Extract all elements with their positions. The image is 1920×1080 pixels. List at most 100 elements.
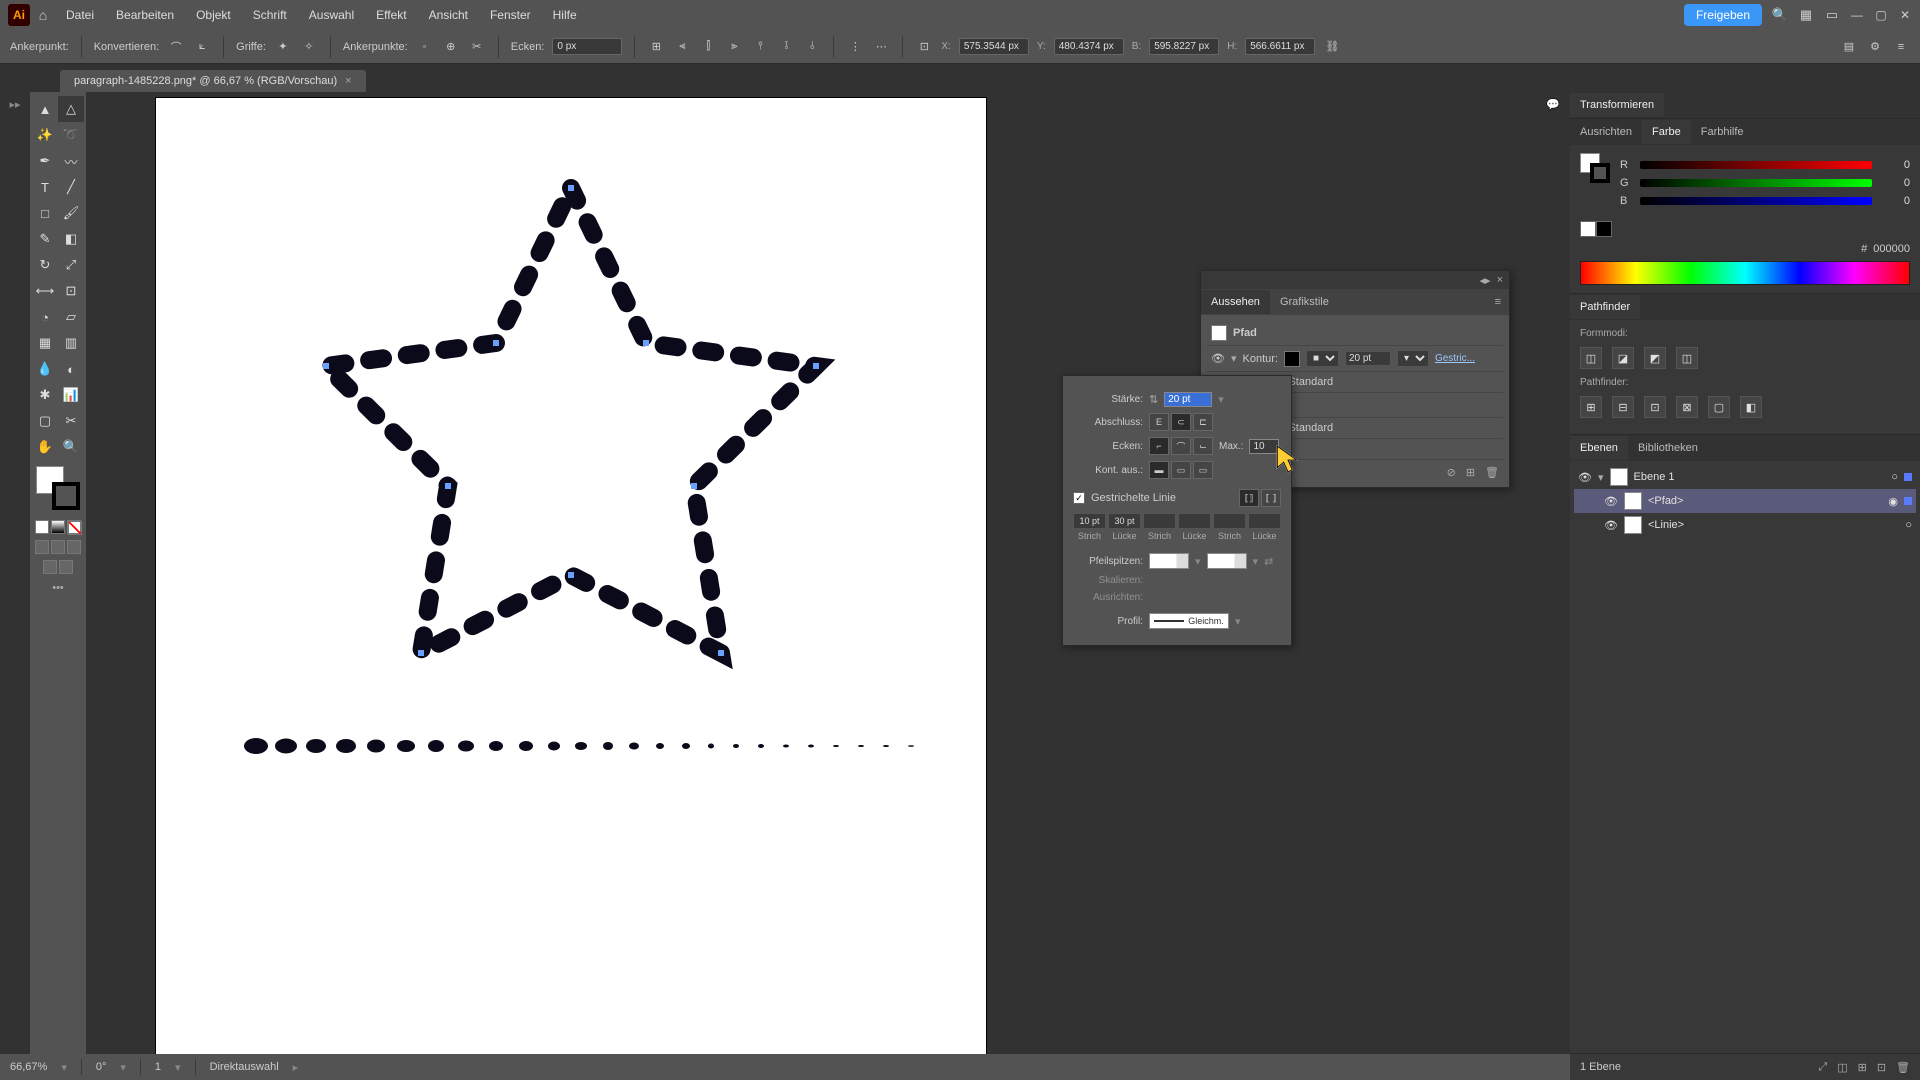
b-value[interactable]: 0	[1880, 195, 1910, 207]
type-tool[interactable]: T	[32, 174, 58, 200]
hex-value[interactable]: 000000	[1873, 243, 1910, 255]
make-clip-icon[interactable]: ◫	[1837, 1061, 1847, 1074]
float-header[interactable]: ◂▸ ×	[1201, 271, 1509, 289]
delete-layer-icon[interactable]: 🗑	[1896, 1061, 1910, 1074]
unite-icon[interactable]: ◫	[1580, 347, 1602, 369]
limit-input[interactable]	[1249, 439, 1279, 454]
stroke-swatch[interactable]	[52, 482, 80, 510]
collapse-icon[interactable]: ◂▸	[1480, 274, 1491, 287]
blend-tool[interactable]: ◐	[58, 356, 84, 382]
align-group-icon[interactable]: ⊞	[647, 38, 665, 56]
curvature-tool[interactable]: 〰	[58, 148, 84, 174]
shape-builder-tool[interactable]: ◔	[32, 304, 58, 330]
panel-menu-icon[interactable]: ≡	[1495, 296, 1509, 308]
pathfinder-tab[interactable]: Pathfinder	[1570, 295, 1640, 319]
selection-tool[interactable]: ▲	[32, 96, 58, 122]
minimize-icon[interactable]: —	[1850, 8, 1864, 22]
eyedropper-tool[interactable]: 💧	[32, 356, 58, 382]
layer-row-ebene1[interactable]: 👁 ▾ Ebene 1 ○	[1574, 465, 1916, 489]
dashed-checkbox[interactable]	[1073, 492, 1085, 504]
layers-tab[interactable]: Ebenen	[1570, 436, 1628, 460]
corner-round-icon[interactable]: ⌒	[1171, 437, 1191, 455]
crop-icon[interactable]: ⊠	[1676, 396, 1698, 418]
gap-3-input[interactable]	[1248, 513, 1281, 529]
cap-round-icon[interactable]: ⊂	[1171, 413, 1191, 431]
free-transform-tool[interactable]: ⊡	[58, 278, 84, 304]
swap-arrows-icon[interactable]: ⇄	[1264, 555, 1273, 568]
dash-preserve-icon[interactable]: ⟦⟧	[1239, 489, 1259, 507]
rectangle-tool[interactable]: □	[32, 200, 58, 226]
stroke-float-panel[interactable]: Stärke: ⇅ ▾ Abschluss: E ⊂ ⊏ Ecken: ⌐ ⌒ …	[1062, 375, 1292, 646]
outline-icon[interactable]: ▢	[1708, 396, 1730, 418]
rotate-tool[interactable]: ↻	[32, 252, 58, 278]
anchor-connect-icon[interactable]: ⊕	[442, 38, 460, 56]
visibility-icon[interactable]: 👁	[1578, 471, 1592, 484]
visibility-icon[interactable]: 👁	[1211, 352, 1225, 365]
cap-projecting-icon[interactable]: ⊏	[1193, 413, 1213, 431]
chevron-down-icon[interactable]: ▾	[1253, 555, 1259, 568]
dash-3-input[interactable]	[1213, 513, 1246, 529]
locate-icon[interactable]: ⤢	[1818, 1061, 1827, 1074]
color-mode-swatches[interactable]	[32, 520, 84, 534]
dist-v-icon[interactable]: ⋯	[872, 38, 890, 56]
stroke-dashed-link[interactable]: Gestric...	[1435, 353, 1475, 364]
r-value[interactable]: 0	[1880, 159, 1910, 171]
stroke-color-select[interactable]: ■	[1306, 350, 1339, 367]
cap-buttons[interactable]: E ⊂ ⊏	[1149, 413, 1213, 431]
menu-datei[interactable]: Datei	[56, 2, 104, 28]
corner-buttons[interactable]: ⌐ ⌒ ⌙	[1149, 437, 1213, 455]
minus-back-icon[interactable]: ◧	[1740, 396, 1762, 418]
arrange-icon[interactable]: ▦	[1798, 7, 1814, 23]
menu-effekt[interactable]: Effekt	[366, 2, 416, 28]
handle-show-icon[interactable]: ✦	[274, 38, 292, 56]
dist-h-icon[interactable]: ⋮	[846, 38, 864, 56]
dash-1-input[interactable]	[1073, 513, 1106, 529]
align-center-icon[interactable]: ▬	[1149, 461, 1169, 479]
close-window-icon[interactable]: ✕	[1898, 8, 1912, 22]
layer-row-pfad[interactable]: 👁 <Pfad> ◉	[1574, 489, 1916, 513]
align-right-icon[interactable]: ⫸	[725, 38, 743, 56]
chevron-down-icon[interactable]: ▾	[1231, 352, 1237, 365]
color-guide-tab[interactable]: Farbhilfe	[1691, 120, 1754, 144]
symbol-sprayer-tool[interactable]: ✱	[32, 382, 58, 408]
magic-wand-tool[interactable]: ✨	[32, 122, 58, 148]
artboard-tool[interactable]: ▢	[32, 408, 58, 434]
line-tool[interactable]: ╱	[58, 174, 84, 200]
chevron-right-icon[interactable]: ▸	[293, 1061, 299, 1074]
width-tool[interactable]: ⟷	[32, 278, 58, 304]
target-icon[interactable]: ○	[1891, 471, 1898, 483]
white-swatch[interactable]	[1580, 221, 1596, 237]
new-layer-icon[interactable]: ⊡	[1877, 1061, 1886, 1074]
shaper-tool[interactable]: ✎	[32, 226, 58, 252]
opacity-value[interactable]: Standard	[1288, 376, 1333, 388]
chevron-down-icon[interactable]: ▾	[1598, 471, 1604, 484]
brush-tool[interactable]: 🖌	[58, 200, 84, 226]
stroke-color-swatch[interactable]	[1284, 351, 1300, 367]
layer-name[interactable]: <Linie>	[1648, 519, 1899, 531]
align-vcenter-icon[interactable]: ⫱	[777, 38, 795, 56]
scale-tool[interactable]: ⤢	[58, 252, 84, 278]
corner-bevel-icon[interactable]: ⌙	[1193, 437, 1213, 455]
lasso-tool[interactable]: ➰	[58, 122, 84, 148]
document-tab[interactable]: paragraph-1485228.png* @ 66,67 % (RGB/Vo…	[60, 70, 366, 92]
align-inside-icon[interactable]: ▭	[1171, 461, 1191, 479]
artboard-nav[interactable]: 1	[155, 1061, 161, 1073]
intersect-icon[interactable]: ◩	[1644, 347, 1666, 369]
tapered-line[interactable]	[244, 738, 914, 754]
link-wh-icon[interactable]: ⛓	[1323, 38, 1341, 56]
align-bottom-icon[interactable]: ⫰	[803, 38, 821, 56]
menu-schrift[interactable]: Schrift	[243, 2, 297, 28]
anchor-remove-icon[interactable]: ◦	[416, 38, 434, 56]
zoom-value[interactable]: 66,67%	[10, 1061, 47, 1073]
trim-icon[interactable]: ⊟	[1612, 396, 1634, 418]
workspace-icon[interactable]: ▭	[1824, 7, 1840, 23]
black-swatch[interactable]	[1596, 221, 1612, 237]
appearance-stroke-row[interactable]: 👁 ▾ Kontur: ■ ▾ Gestric...	[1207, 346, 1503, 372]
fill-stroke-swatch[interactable]	[36, 466, 80, 510]
handle-hide-icon[interactable]: ✧	[300, 38, 318, 56]
merge-icon[interactable]: ⊡	[1644, 396, 1666, 418]
corner-miter-icon[interactable]: ⌐	[1149, 437, 1169, 455]
share-button[interactable]: Freigeben	[1684, 4, 1762, 26]
edit-toolbar-icon[interactable]: •••	[32, 582, 84, 594]
g-value[interactable]: 0	[1880, 177, 1910, 189]
